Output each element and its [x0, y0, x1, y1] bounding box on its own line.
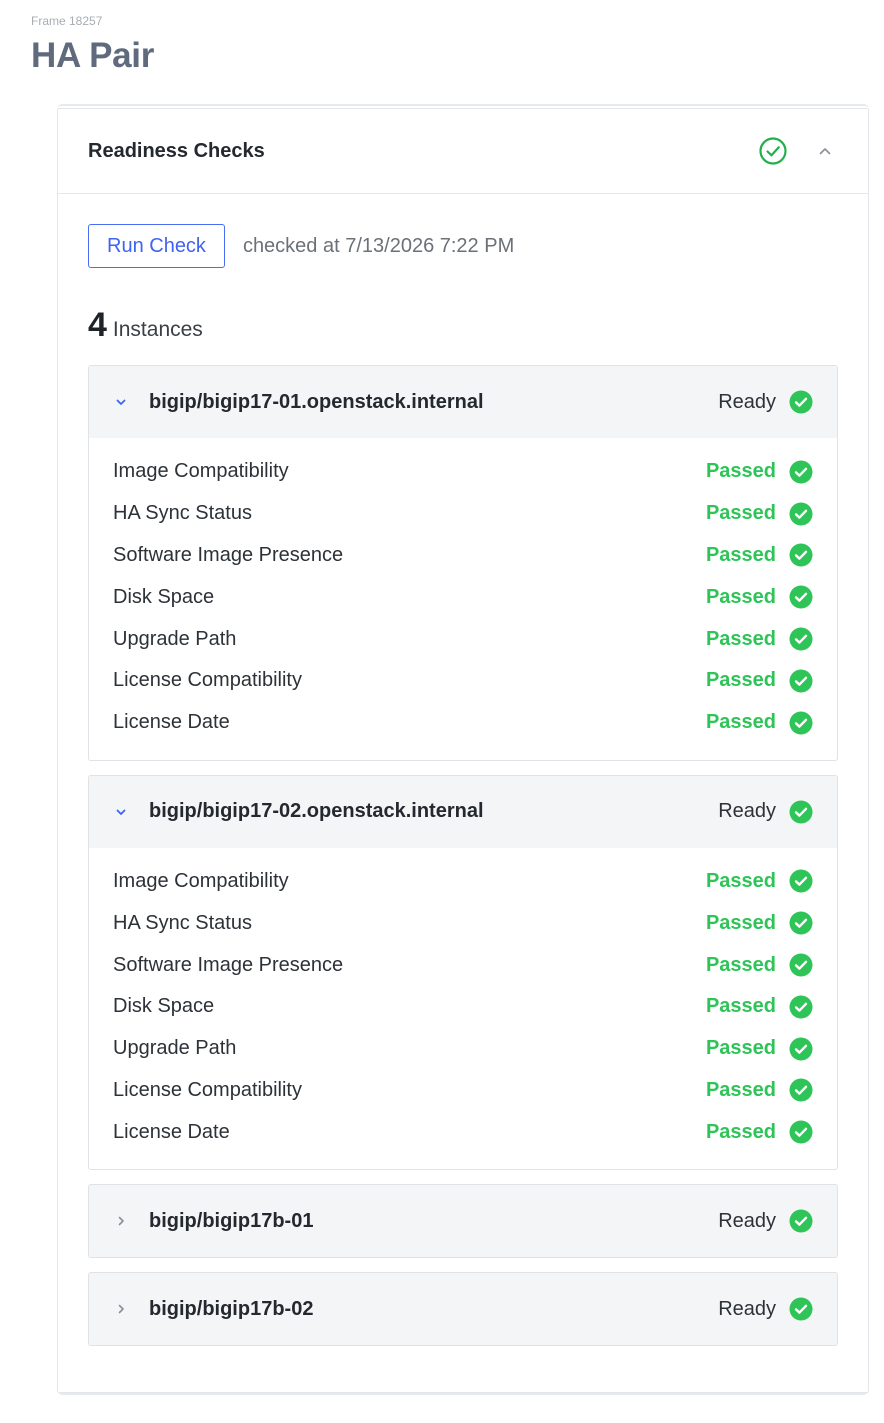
- chevron-down-icon[interactable]: [111, 802, 131, 822]
- check-row: Software Image Presence Passed: [113, 944, 813, 986]
- check-status: Passed: [705, 460, 776, 483]
- check-circle-filled-icon: [789, 585, 813, 609]
- check-circle-filled-icon: [789, 390, 813, 414]
- checked-at-timestamp: checked at 7/13/2026 7:22 PM: [242, 234, 515, 257]
- instance-count-number: 4: [88, 306, 107, 344]
- check-name: License Date: [113, 1120, 230, 1143]
- card-header: Readiness Checks: [58, 109, 868, 194]
- check-circle-filled-icon: [789, 1037, 813, 1061]
- check-status: Passed: [705, 869, 776, 892]
- page-title: HA Pair: [31, 36, 155, 75]
- instance-status: Ready: [718, 1209, 776, 1232]
- check-status: Passed: [705, 995, 776, 1018]
- instance-panel: bigip/bigip17-01.openstack.internal Ready…: [88, 365, 838, 761]
- check-list: Image Compatibility Passed HA Sync Status P…: [89, 848, 837, 1170]
- run-check-button[interactable]: Run Check: [88, 224, 225, 268]
- check-row: Image Compatibility Passed: [113, 451, 813, 493]
- instance-name: bigip/bigip17b-01: [149, 1209, 314, 1232]
- check-circle-filled-icon: [789, 1120, 813, 1144]
- check-name: Upgrade Path: [113, 1037, 237, 1060]
- instance-header[interactable]: bigip/bigip17-02.openstack.internal Ready: [89, 775, 837, 848]
- check-row: License Date Passed: [113, 1111, 813, 1153]
- check-status: Passed: [705, 585, 776, 608]
- check-status: Passed: [705, 911, 776, 934]
- card-stack-edge-bottom: [57, 1389, 869, 1395]
- check-name: Disk Space: [113, 585, 215, 608]
- instance-panel: bigip/bigip17b-02 Ready: [88, 1272, 838, 1347]
- check-row: Disk Space Passed: [113, 576, 813, 618]
- instance-panel: bigip/bigip17-02.openstack.internal Ready…: [88, 774, 838, 1171]
- frame-label: Frame 18257: [31, 14, 103, 28]
- check-circle-filled-icon: [789, 995, 813, 1019]
- check-circle-filled-icon: [789, 1297, 813, 1321]
- readiness-checks-card: Readiness Checks Run Check checked at 7/…: [57, 108, 869, 1393]
- check-name: Software Image Presence: [113, 953, 344, 976]
- check-row: Upgrade Path Passed: [113, 1028, 813, 1070]
- instance-count-label: Instances: [112, 318, 203, 341]
- check-name: License Compatibility: [113, 1078, 302, 1101]
- check-row: License Compatibility Passed: [113, 1070, 813, 1112]
- check-row: HA Sync Status Passed: [113, 493, 813, 535]
- check-status: Passed: [705, 1120, 776, 1143]
- instance-header[interactable]: bigip/bigip17b-01 Ready: [89, 1185, 837, 1258]
- instance-name: bigip/bigip17-02.openstack.internal: [149, 800, 484, 823]
- instance-panel: bigip/bigip17b-01 Ready: [88, 1184, 838, 1259]
- check-status: Passed: [705, 502, 776, 525]
- check-status: Passed: [705, 1078, 776, 1101]
- check-row: License Date Passed: [113, 702, 813, 744]
- check-name: Disk Space: [113, 995, 215, 1018]
- check-name: HA Sync Status: [113, 502, 252, 525]
- chevron-right-icon[interactable]: [111, 1211, 131, 1231]
- check-name: Image Compatibility: [113, 460, 289, 483]
- check-status: Passed: [705, 1037, 776, 1060]
- check-row: License Compatibility Passed: [113, 660, 813, 702]
- instance-count: 4 Instances: [88, 306, 838, 346]
- chevron-right-icon[interactable]: [111, 1299, 131, 1319]
- check-circle-filled-icon: [789, 911, 813, 935]
- check-name: License Date: [113, 711, 230, 734]
- check-circle-filled-icon: [789, 800, 813, 824]
- instance-status: Ready: [718, 390, 776, 413]
- instance-status: Ready: [718, 800, 776, 823]
- check-name: License Compatibility: [113, 669, 302, 692]
- check-status: Passed: [705, 711, 776, 734]
- check-status: Passed: [705, 669, 776, 692]
- check-circle-filled-icon: [789, 543, 813, 567]
- check-circle-filled-icon: [789, 669, 813, 693]
- check-row: Upgrade Path Passed: [113, 618, 813, 660]
- check-circle-filled-icon: [789, 627, 813, 651]
- card-body: Run Check checked at 7/13/2026 7:22 PM 4…: [58, 194, 868, 1347]
- check-circle-filled-icon: [789, 953, 813, 977]
- chevron-up-icon: [819, 148, 831, 155]
- check-status: Passed: [705, 953, 776, 976]
- check-name: Software Image Presence: [113, 543, 344, 566]
- check-circle-filled-icon: [789, 502, 813, 526]
- run-check-row: Run Check checked at 7/13/2026 7:22 PM: [88, 224, 838, 268]
- check-circle-filled-icon: [789, 1078, 813, 1102]
- check-name: Image Compatibility: [113, 869, 289, 892]
- instance-list: bigip/bigip17-01.openstack.internal Ready…: [88, 365, 838, 1347]
- check-circle-filled-icon: [789, 1209, 813, 1233]
- check-list: Image Compatibility Passed HA Sync Status P…: [89, 438, 837, 760]
- check-row: HA Sync Status Passed: [113, 902, 813, 944]
- instance-name: bigip/bigip17b-02: [149, 1297, 314, 1320]
- card-title: Readiness Checks: [88, 139, 265, 162]
- check-circle-outline-icon: [759, 137, 787, 165]
- check-row: Disk Space Passed: [113, 986, 813, 1028]
- check-name: HA Sync Status: [113, 911, 252, 934]
- instance-header[interactable]: bigip/bigip17-01.openstack.internal Ready: [89, 366, 837, 438]
- instance-name: bigip/bigip17-01.openstack.internal: [149, 390, 484, 413]
- check-circle-filled-icon: [789, 460, 813, 484]
- check-circle-filled-icon: [789, 711, 813, 735]
- collapse-button[interactable]: [812, 138, 838, 164]
- instance-header[interactable]: bigip/bigip17b-02 Ready: [89, 1273, 837, 1346]
- check-status: Passed: [705, 627, 776, 650]
- check-name: Upgrade Path: [113, 627, 237, 650]
- instance-status: Ready: [718, 1297, 776, 1320]
- chevron-down-icon[interactable]: [111, 392, 131, 412]
- check-status: Passed: [705, 543, 776, 566]
- check-row: Image Compatibility Passed: [113, 861, 813, 903]
- check-row: Software Image Presence Passed: [113, 535, 813, 577]
- check-circle-filled-icon: [789, 869, 813, 893]
